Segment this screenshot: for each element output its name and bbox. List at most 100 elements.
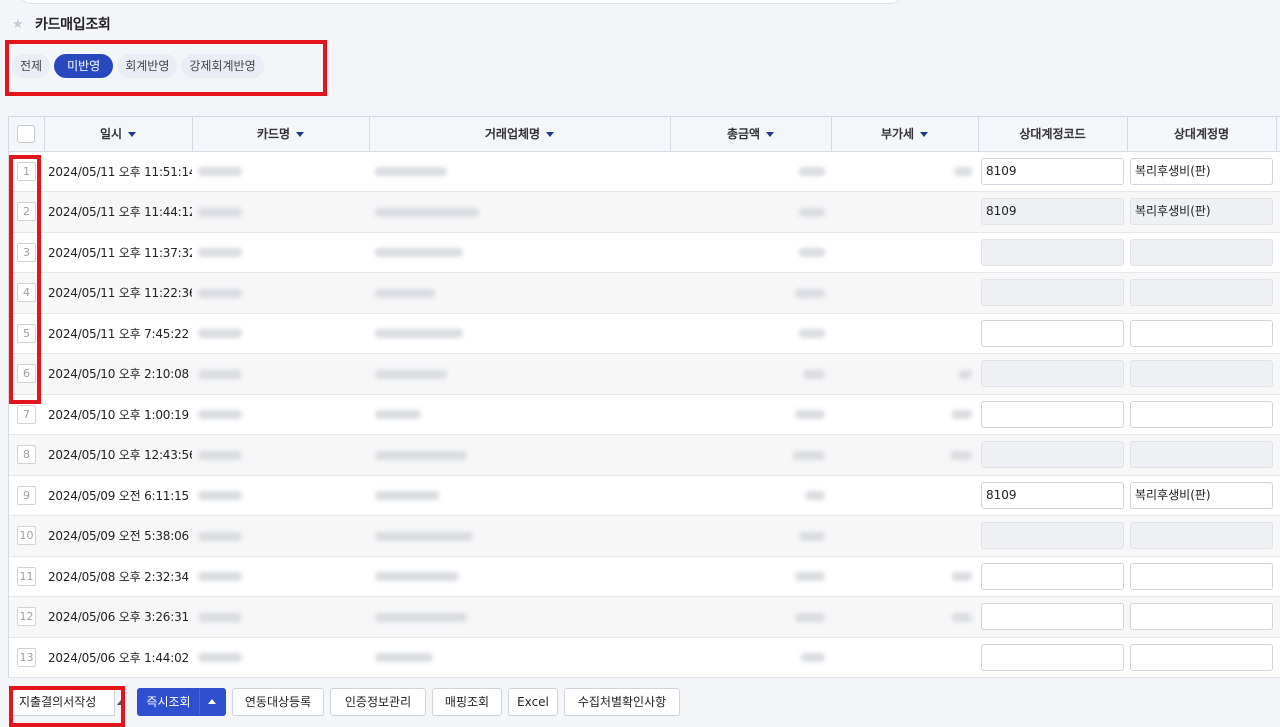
acct-name-input[interactable] xyxy=(1130,319,1273,347)
acct-name-cell[interactable] xyxy=(1127,556,1276,597)
row-number[interactable]: 12 xyxy=(17,607,36,627)
table-row[interactable]: 4 2024/05/11 오후 11:22:36 xyxy=(9,272,1280,314)
filter-tab-unreflected[interactable]: 미반영 xyxy=(54,54,114,78)
collector-check-button[interactable]: 수집처별확인사항 xyxy=(564,688,680,716)
acct-code-input[interactable]: 8109 xyxy=(981,198,1124,226)
acct-name-input[interactable] xyxy=(1130,400,1273,428)
table-row[interactable]: 7 2024/05/10 오후 1:00:19 xyxy=(9,394,1280,435)
acct-name-cell[interactable] xyxy=(1127,515,1276,557)
sort-down-icon[interactable] xyxy=(546,132,555,138)
acct-code-cell[interactable] xyxy=(978,394,1127,435)
table-row[interactable]: 12 2024/05/06 오후 3:26:31 xyxy=(9,596,1280,638)
acct-code-cell[interactable] xyxy=(978,556,1127,597)
sort-down-icon[interactable] xyxy=(920,132,929,138)
header-total[interactable]: 총금액 xyxy=(670,117,832,152)
acct-name-cell[interactable] xyxy=(1127,394,1276,435)
acct-name-cell[interactable] xyxy=(1127,434,1276,476)
acct-code-cell[interactable]: 8109 xyxy=(978,151,1127,192)
acct-name-cell[interactable] xyxy=(1127,232,1276,273)
acct-code-cell[interactable] xyxy=(978,596,1127,638)
row-number-cell[interactable]: 13 xyxy=(9,637,44,678)
acct-name-input[interactable] xyxy=(1130,643,1273,671)
acct-code-input[interactable] xyxy=(981,319,1124,347)
row-number[interactable]: 8 xyxy=(17,445,36,465)
acct-name-cell[interactable]: 복리후생비(판) xyxy=(1127,475,1276,516)
acct-code-input[interactable] xyxy=(981,603,1124,631)
acct-code-cell[interactable] xyxy=(978,637,1127,678)
header-card[interactable]: 카드명 xyxy=(192,117,370,152)
acct-code-input[interactable] xyxy=(981,360,1124,388)
row-number-cell[interactable]: 10 xyxy=(9,515,44,557)
star-icon[interactable]: ★ xyxy=(12,18,25,31)
row-number-cell[interactable]: 12 xyxy=(9,596,44,638)
acct-name-input[interactable] xyxy=(1130,562,1273,590)
table-row[interactable]: 10 2024/05/09 오전 5:38:06 xyxy=(9,515,1280,557)
header-vat[interactable]: 부가세 xyxy=(831,117,979,152)
acct-code-input[interactable] xyxy=(981,522,1124,550)
header-merchant[interactable]: 거래업체명 xyxy=(369,117,671,152)
table-row[interactable]: 11 2024/05/08 오후 2:32:34 xyxy=(9,556,1280,597)
row-number-cell[interactable]: 11 xyxy=(9,556,44,597)
acct-name-cell[interactable]: 복리후생비(판) xyxy=(1127,191,1276,233)
acct-name-input[interactable]: 복리후생비(판) xyxy=(1130,481,1273,509)
auth-manage-button[interactable]: 인증정보관리 xyxy=(330,688,426,716)
row-number[interactable]: 10 xyxy=(17,526,36,546)
sort-down-icon[interactable] xyxy=(296,132,305,138)
row-number-cell[interactable]: 8 xyxy=(9,434,44,476)
acct-name-input[interactable] xyxy=(1130,360,1273,388)
filter-tab-reflected[interactable]: 회계반영 xyxy=(117,54,178,78)
instant-query-button[interactable]: 즉시조회 xyxy=(137,688,226,716)
acct-code-cell[interactable]: 8109 xyxy=(978,475,1127,516)
acct-name-input[interactable] xyxy=(1130,238,1273,266)
acct-code-input[interactable]: 8109 xyxy=(981,481,1124,509)
acct-name-input[interactable] xyxy=(1130,441,1273,469)
acct-code-cell[interactable] xyxy=(978,353,1127,395)
acct-code-input[interactable] xyxy=(981,400,1124,428)
acct-name-cell[interactable] xyxy=(1127,313,1276,354)
acct-name-input[interactable]: 복리후생비(판) xyxy=(1130,198,1273,226)
acct-code-cell[interactable] xyxy=(978,313,1127,354)
acct-code-cell[interactable] xyxy=(978,515,1127,557)
acct-code-cell[interactable] xyxy=(978,272,1127,314)
instant-query-dropdown[interactable] xyxy=(199,689,225,715)
table-row[interactable]: 1 2024/05/11 오후 11:51:14 8109 복리후생비(판) xyxy=(9,151,1280,192)
link-register-button[interactable]: 연동대상등록 xyxy=(232,688,324,716)
acct-name-cell[interactable] xyxy=(1127,637,1276,678)
filter-tab-forced[interactable]: 강제회계반영 xyxy=(181,54,264,78)
table-row[interactable]: 13 2024/05/06 오후 1:44:02 xyxy=(9,637,1280,678)
acct-code-cell[interactable] xyxy=(978,434,1127,476)
row-number[interactable]: 11 xyxy=(17,566,36,586)
row-number[interactable]: 7 xyxy=(17,404,36,424)
select-all-checkbox[interactable] xyxy=(17,124,36,143)
acct-name-input[interactable] xyxy=(1130,603,1273,631)
acct-name-cell[interactable] xyxy=(1127,272,1276,314)
acct-code-input[interactable] xyxy=(981,279,1124,307)
row-number[interactable]: 13 xyxy=(17,647,36,667)
acct-name-cell[interactable] xyxy=(1127,353,1276,395)
sort-down-icon[interactable] xyxy=(766,132,775,138)
acct-code-input[interactable] xyxy=(981,562,1124,590)
acct-name-cell[interactable]: 복리후생비(판) xyxy=(1127,151,1276,192)
table-row[interactable]: 8 2024/05/10 오후 12:43:56 xyxy=(9,434,1280,476)
table-row[interactable]: 3 2024/05/11 오후 11:37:32 xyxy=(9,232,1280,273)
acct-code-input[interactable] xyxy=(981,643,1124,671)
filter-tab-all[interactable]: 전제 xyxy=(12,54,51,78)
row-number[interactable]: 9 xyxy=(17,485,36,505)
acct-code-cell[interactable]: 8109 xyxy=(978,191,1127,233)
header-select-all[interactable] xyxy=(9,117,45,152)
table-row[interactable]: 2 2024/05/11 오후 11:44:12 8109 복리후생비(판) xyxy=(9,191,1280,233)
acct-code-input[interactable] xyxy=(981,441,1124,469)
table-row[interactable]: 6 2024/05/10 오후 2:10:08 xyxy=(9,353,1280,395)
acct-name-input[interactable]: 복리후생비(판) xyxy=(1130,157,1273,185)
acct-name-input[interactable] xyxy=(1130,279,1273,307)
acct-code-input[interactable] xyxy=(981,238,1124,266)
acct-name-cell[interactable] xyxy=(1127,596,1276,638)
acct-code-input[interactable]: 8109 xyxy=(981,157,1124,185)
header-date[interactable]: 일시 xyxy=(44,117,193,152)
table-row[interactable]: 5 2024/05/11 오후 7:45:22 xyxy=(9,313,1280,354)
table-row[interactable]: 9 2024/05/09 오전 6:11:15 8109 복리후생비(판) xyxy=(9,475,1280,516)
excel-button[interactable]: Excel xyxy=(508,688,558,716)
mapping-query-button[interactable]: 매핑조회 xyxy=(432,688,502,716)
acct-name-input[interactable] xyxy=(1130,522,1273,550)
row-number-cell[interactable]: 9 xyxy=(9,475,44,516)
